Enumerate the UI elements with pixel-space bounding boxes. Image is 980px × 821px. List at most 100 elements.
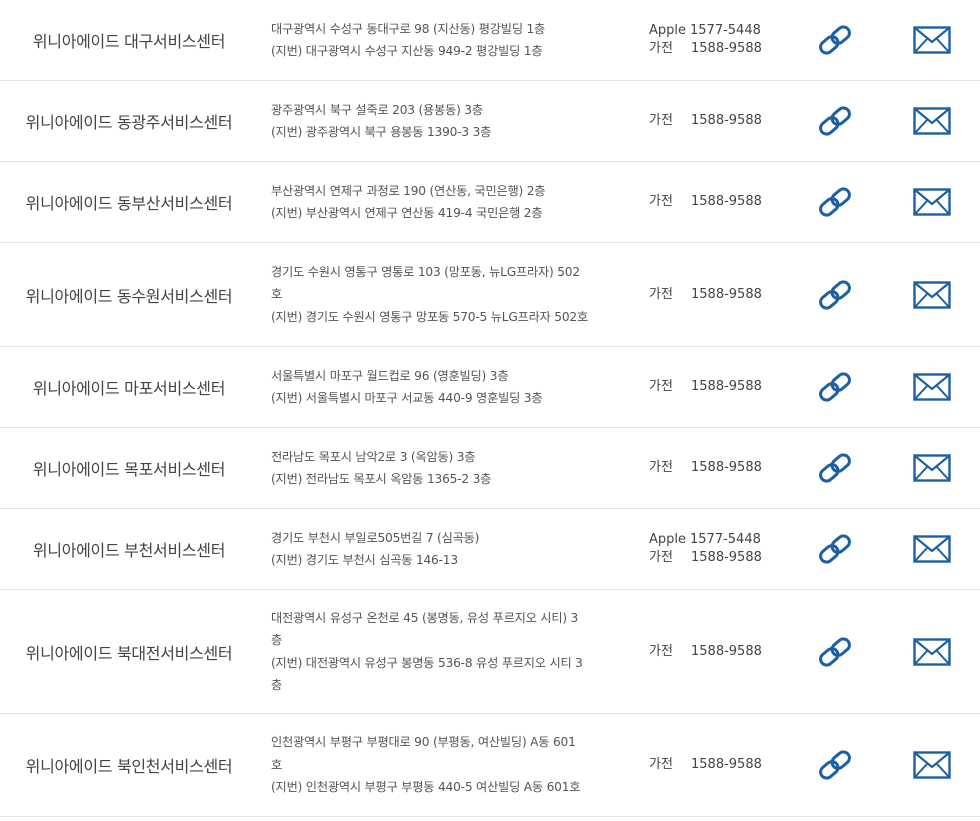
center-name: 위니아에이드 동광주서비스센터 [25,113,233,132]
address-line: 인천광역시 부평구 부평대로 90 (부평동, 여산빌딩) A동 601 [271,735,576,750]
mail-button[interactable] [912,529,952,569]
center-address: 전라남도 목포시 남악2로 3 (옥암동) 3층 (지번) 전라남도 목포시 옥암… [271,428,611,508]
address-line: 대전광역시 유성구 온천로 45 (봉명동, 유성 푸르지오 시티) 3 [271,610,579,625]
link-button[interactable] [815,632,855,672]
mail-icon [913,280,951,309]
address-line: 전라남도 목포시 남악2로 3 (옥암동) 3층 [271,449,476,464]
appliance-phone-number: 1588-9588 [691,550,762,565]
appliance-phone-label: 가전 [649,194,673,209]
appliance-phone: 가전 1588-9588 [649,193,799,211]
link-icon [819,25,851,55]
address-line: (지번) 대전광역시 유성구 봉명동 536-8 유성 푸르지오 시티 3 [271,655,583,670]
link-button[interactable] [815,101,855,141]
appliance-phone: 가전 1588-9588 [649,40,799,58]
service-center-row: 위니아에이드 동부산서비스센터 부산광역시 연제구 과정로 190 (연산동, 국… [0,162,980,243]
appliance-phone-number: 1588-9588 [691,379,762,394]
address-line: (지번) 경기도 부천시 심곡동 146-13 [271,553,458,567]
mail-button[interactable] [912,20,952,60]
address-line: 경기도 부천시 부일로505번길 7 (심곡동) [271,530,480,545]
service-center-row: 위니아에이드 마포서비스센터 서울특별시 마포구 월드컵로 96 (영훈빌딩) 3… [0,347,980,428]
mail-icon [913,535,951,563]
address-line: 대구광역시 수성구 동대구로 98 (지산동) 평강빌딩 1층 [271,21,546,36]
link-icon [819,279,851,310]
address-line: (지번) 전라남도 목포시 옥암동 1365-2 3층 [271,472,492,486]
apple-phone: Apple 1577-5448 [649,22,799,40]
link-icon [819,187,851,217]
link-icon [819,372,851,402]
service-center-row: 위니아에이드 동광주서비스센터 광주광역시 북구 설죽로 203 (용봉동) 3층… [0,81,980,162]
appliance-phone-label: 가전 [649,460,673,475]
address-line: 층 [271,678,283,692]
center-address: 경기도 수원시 영통구 영통로 103 (망포동, 뉴LG프라자) 502 호 (지… [271,243,611,346]
center-name: 위니아에이드 북인천서비스센터 [25,757,233,776]
appliance-phone: 가전 1588-9588 [649,756,799,774]
center-phones: Apple 1577-5448 가전 1588-9588 [649,0,799,80]
link-button[interactable] [815,182,855,222]
link-icon [819,636,851,667]
address-line: (지번) 대구광역시 수성구 지산동 949-2 평강빌딩 1층 [271,44,543,58]
link-icon [819,106,851,136]
service-center-list: 위니아에이드 대구서비스센터 대구광역시 수성구 동대구로 98 (지산동) 평강… [0,0,980,817]
appliance-phone-number: 1588-9588 [691,194,762,209]
mail-button[interactable] [912,101,952,141]
appliance-phone-label: 가전 [649,379,673,394]
center-phones: 가전 1588-9588 [649,162,799,242]
center-address: 대전광역시 유성구 온천로 45 (봉명동, 유성 푸르지오 시티) 3 층 (지번… [271,590,611,713]
center-address: 서울특별시 마포구 월드컵로 96 (영훈빌딩) 3층 (지번) 서울특별시 마포… [271,347,611,427]
service-center-row: 위니아에이드 대구서비스센터 대구광역시 수성구 동대구로 98 (지산동) 평강… [0,0,980,81]
link-icon [819,453,851,483]
center-address: 인천광역시 부평구 부평대로 90 (부평동, 여산빌딩) A동 601 호 (지번… [271,714,611,816]
link-button[interactable] [815,745,855,785]
mail-button[interactable] [912,275,952,315]
mail-icon [913,188,951,216]
address-line: 서울특별시 마포구 월드컵로 96 (영훈빌딩) 3층 [271,368,509,383]
link-button[interactable] [815,367,855,407]
center-phones: 가전 1588-9588 [649,428,799,508]
center-address: 광주광역시 북구 설죽로 203 (용봉동) 3층 (지번) 광주광역시 북구 용… [271,81,611,161]
service-center-row: 위니아에이드 부천서비스센터 경기도 부천시 부일로505번길 7 (심곡동) (지… [0,509,980,590]
appliance-phone: 가전 1588-9588 [649,459,799,477]
center-phones: 가전 1588-9588 [649,81,799,161]
address-line: 경기도 수원시 영통구 영통로 103 (망포동, 뉴LG프라자) 502 [271,264,580,279]
mail-icon [913,373,951,401]
link-button[interactable] [815,20,855,60]
service-center-row: 위니아에이드 북인천서비스센터 인천광역시 부평구 부평대로 90 (부평동, 여… [0,714,980,817]
appliance-phone-number: 1588-9588 [691,460,762,475]
center-name: 위니아에이드 대구서비스센터 [32,32,226,51]
mail-button[interactable] [912,745,952,785]
appliance-phone: 가전 1588-9588 [649,286,799,304]
apple-phone: Apple 1577-5448 [649,531,799,549]
mail-button[interactable] [912,448,952,488]
appliance-phone-number: 1588-9588 [691,643,762,659]
address-line: (지번) 경기도 수원시 영통구 망포동 570-5 뉴LG프라자 502호 [271,309,588,324]
center-address: 대구광역시 수성구 동대구로 98 (지산동) 평강빌딩 1층 (지번) 대구광역… [271,0,611,80]
appliance-phone: 가전 1588-9588 [649,112,799,130]
service-center-row: 위니아에이드 목포서비스센터 전라남도 목포시 남악2로 3 (옥암동) 3층 (지… [0,428,980,509]
center-name: 위니아에이드 동부산서비스센터 [25,194,233,213]
link-icon [819,750,851,780]
address-line: 광주광역시 북구 설죽로 203 (용봉동) 3층 [271,102,483,117]
center-name: 위니아에이드 마포서비스센터 [32,379,226,398]
mail-button[interactable] [912,367,952,407]
link-button[interactable] [815,275,855,315]
mail-button[interactable] [912,182,952,222]
center-phones: 가전 1588-9588 [649,714,799,816]
center-address: 경기도 부천시 부일로505번길 7 (심곡동) (지번) 경기도 부천시 심곡동… [271,509,611,589]
appliance-phone-number: 1588-9588 [691,286,762,302]
mail-icon [913,637,951,666]
mail-button[interactable] [912,632,952,672]
center-phones: Apple 1577-5448 가전 1588-9588 [649,509,799,589]
address-line: 부산광역시 연제구 과정로 190 (연산동, 국민은행) 2층 [271,183,546,198]
link-button[interactable] [815,529,855,569]
appliance-phone: 가전 1588-9588 [649,378,799,396]
address-line: (지번) 부산광역시 연제구 연산동 419-4 국민은행 2층 [271,206,543,220]
appliance-phone-number: 1588-9588 [691,757,762,772]
service-center-row: 위니아에이드 동수원서비스센터 경기도 수원시 영통구 영통로 103 (망포동,… [0,243,980,347]
service-center-row: 위니아에이드 북대전서비스센터 대전광역시 유성구 온천로 45 (봉명동, 유성… [0,590,980,714]
address-line: (지번) 서울특별시 마포구 서교동 440-9 영훈빌딩 3층 [271,391,543,405]
center-address: 부산광역시 연제구 과정로 190 (연산동, 국민은행) 2층 (지번) 부산광… [271,162,611,242]
center-name: 위니아에이드 북대전서비스센터 [25,643,233,663]
link-button[interactable] [815,448,855,488]
apple-phone-number: 1577-5448 [690,532,761,547]
address-line: 호 [271,757,283,772]
